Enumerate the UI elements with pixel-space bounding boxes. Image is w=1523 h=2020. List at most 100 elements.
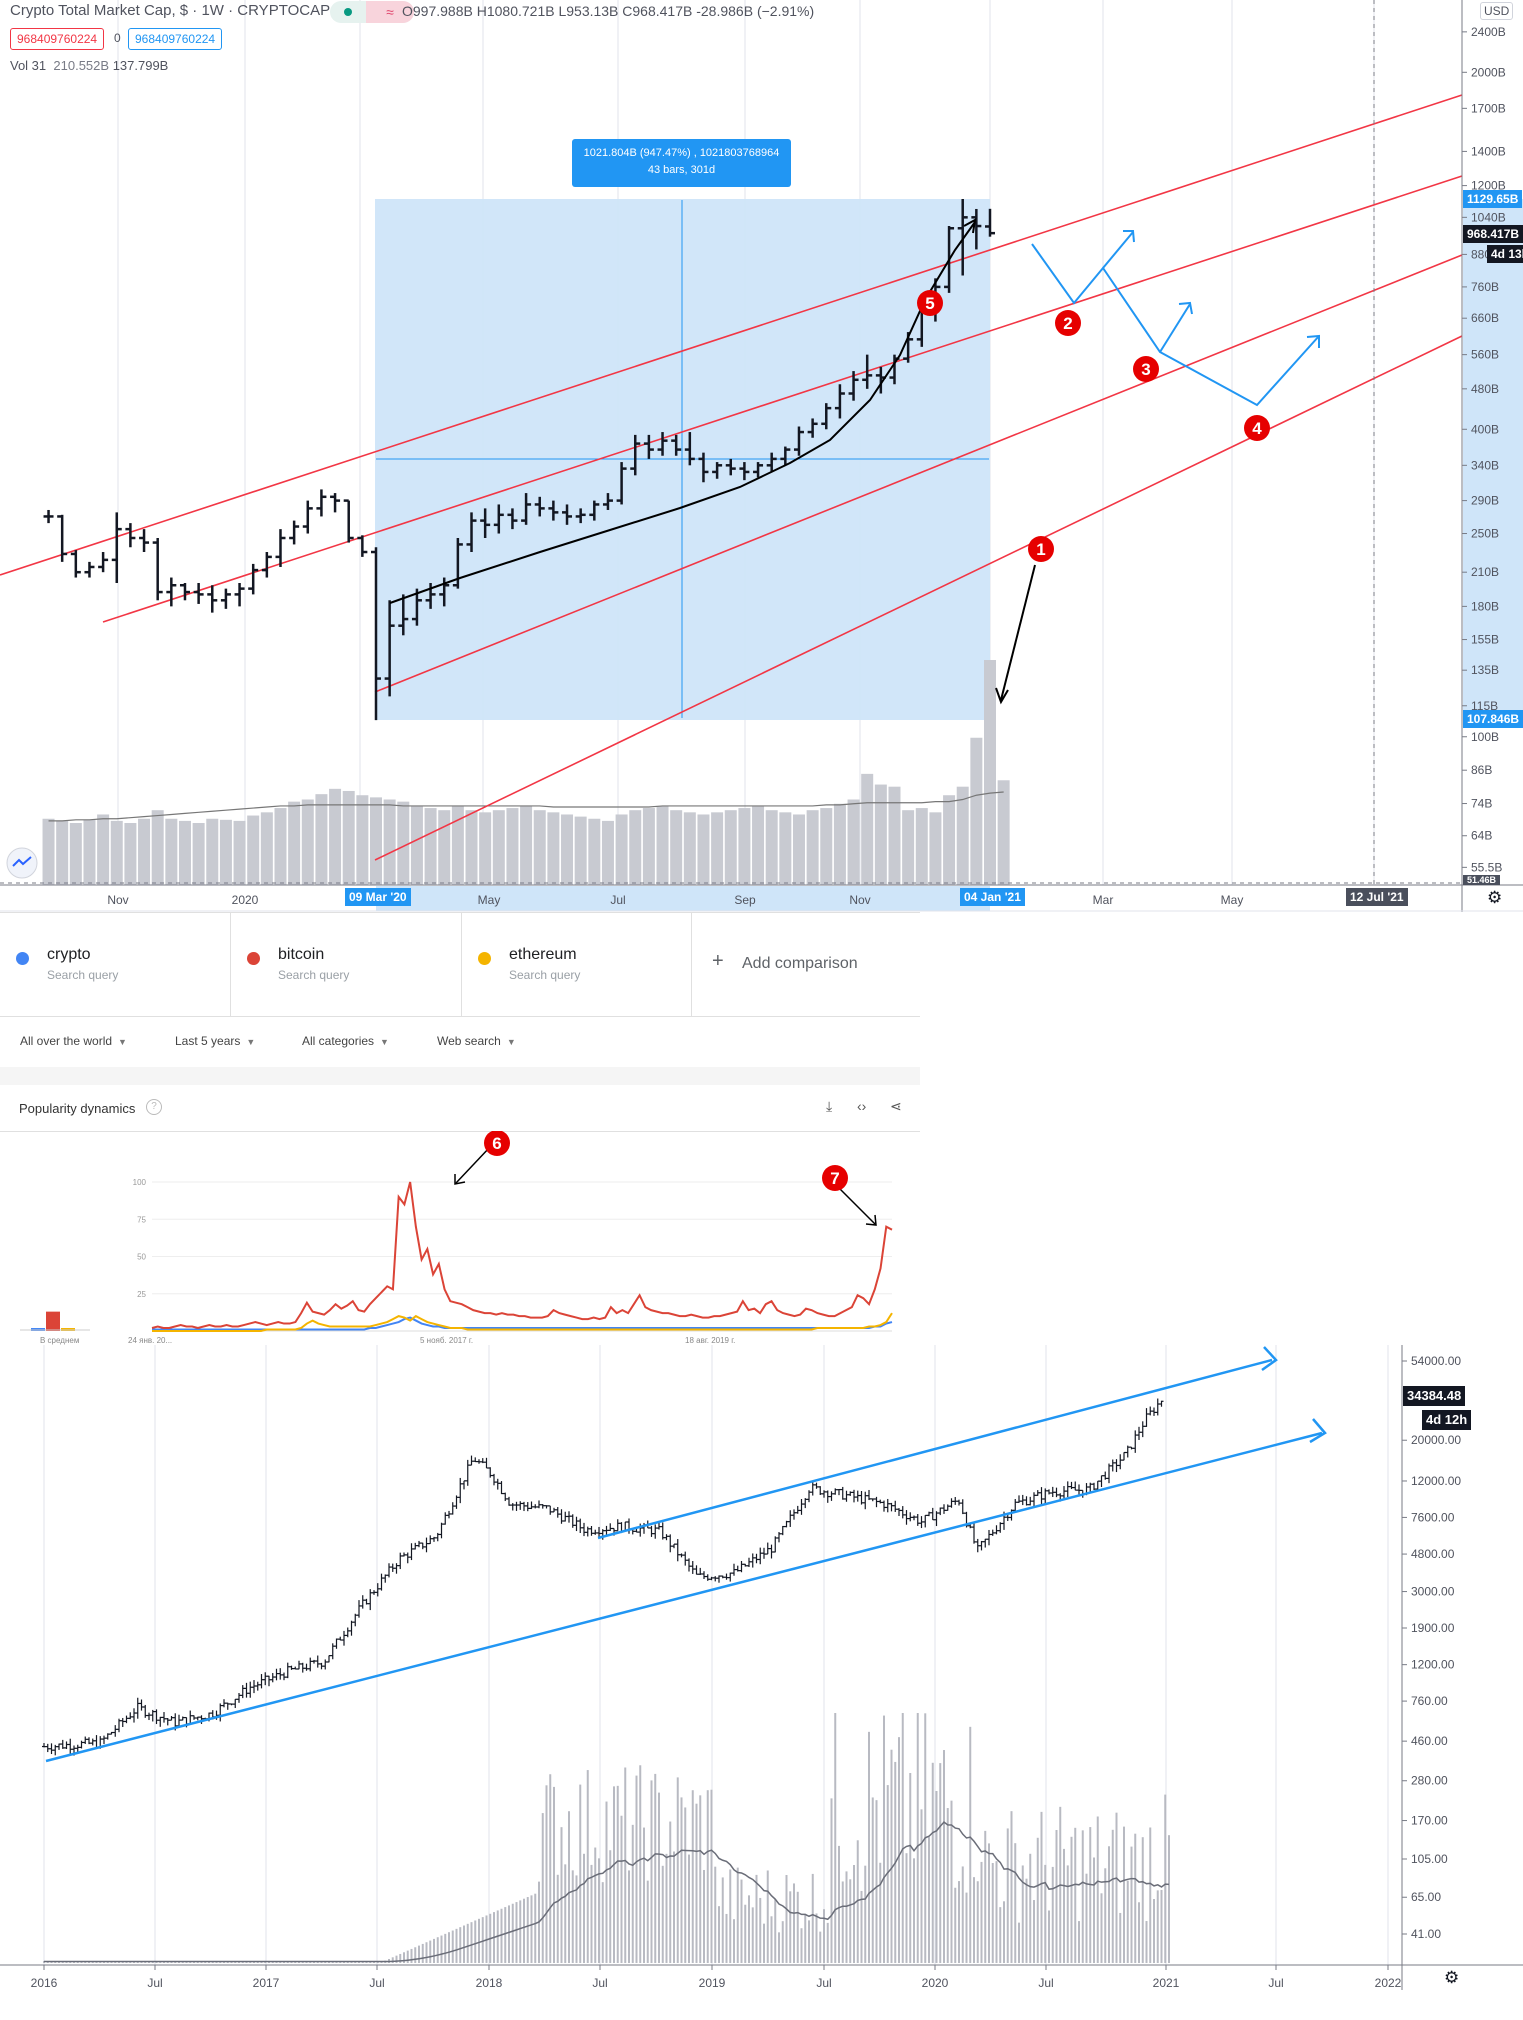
volume-bar (440, 1935, 443, 1963)
top-chart[interactable]: 1 2 3 4 5 2400B 2000B 1700B 1400B 1200B 1040B… (0, 0, 1523, 912)
ohlc-bar (275, 529, 286, 567)
market-open-dot (344, 8, 352, 16)
volume-bar (765, 810, 778, 885)
time-tick-label: 2020 (232, 893, 259, 907)
volume-bar (901, 1713, 904, 1963)
ohlc-bar (825, 1490, 830, 1503)
popularity-chart[interactable]: 25 50 75 100 В среднем 24 янв. 20... 5 нояб.… (0, 1131, 920, 1346)
ohlc-bar (248, 1681, 253, 1698)
annotation-1-arrow (1000, 564, 1036, 701)
gear-icon[interactable]: ⚙ (1487, 888, 1502, 908)
volume-bar (549, 1774, 552, 1963)
volume-bar (834, 1713, 837, 1963)
term-tab-crypto[interactable]: crypto Search query (0, 913, 231, 1016)
volume-bar (192, 823, 205, 885)
volume-bar (954, 1887, 957, 1963)
ohlc-bar (897, 1508, 901, 1516)
ohlc-bar (893, 1500, 898, 1512)
ohlc-bar (447, 1510, 451, 1519)
volume-bar (744, 1904, 747, 1963)
filter-label: Last 5 years (175, 1034, 241, 1048)
help-icon[interactable]: ? (146, 1099, 162, 1115)
volume-bar (616, 1785, 619, 1963)
ohlc-bar (1144, 1408, 1149, 1427)
volume-bar (740, 1879, 743, 1963)
tradingview-logo[interactable] (6, 847, 38, 879)
volume-bar (1029, 1853, 1032, 1963)
volume-bar (841, 1881, 844, 1963)
currency-button[interactable]: USD (1480, 2, 1514, 20)
price-tick-label: 41.00 (1411, 1927, 1441, 1941)
ohlc-bar (1110, 1459, 1115, 1472)
ohlc-bar (987, 1529, 991, 1546)
ohlc-bar (117, 1718, 121, 1733)
channel-upper-arrowhead (1261, 1346, 1278, 1372)
ohlc-bar (193, 583, 204, 604)
time-tick-label: May (1221, 893, 1244, 907)
ohlc-bar (462, 1480, 466, 1490)
volume-bar (1010, 1811, 1013, 1963)
volume-bar (138, 818, 151, 885)
ohlc-bar (904, 1510, 909, 1525)
volume-bar (206, 818, 219, 885)
ohlc-bar (1118, 1454, 1123, 1470)
volume-bar (673, 1851, 675, 1963)
volume-bar (1006, 1828, 1009, 1963)
price-tick-label: 12000.00 (1411, 1474, 1461, 1488)
time-tick-label: Jul (147, 1976, 162, 1990)
ohlc-bar (105, 1733, 110, 1740)
volume-bar (729, 1869, 732, 1963)
download-icon[interactable]: ⤓ (826, 1098, 832, 1115)
volume-bar (890, 1749, 893, 1963)
btc-volume-bars (43, 1713, 1170, 1963)
time-tag-end: 04 Jan '21 (960, 888, 1025, 906)
volume-bar (939, 1763, 942, 1963)
volume-bar (691, 1790, 694, 1963)
volume-bar (624, 1767, 627, 1963)
price-tick-label: 1900.00 (1411, 1621, 1455, 1635)
volume-bar (479, 812, 492, 885)
ohlc-bar (162, 1712, 166, 1723)
ohlc-bar (1137, 1426, 1141, 1440)
volume-bar (571, 1870, 574, 1963)
filter-search-type[interactable]: Web search ▼ (437, 1034, 516, 1048)
ohlc-bar (443, 1512, 448, 1525)
volume-legend[interactable]: Vol 31 210.552B 137.799B (10, 58, 168, 73)
price-tick-label: 3000.00 (1411, 1585, 1455, 1599)
ohlc-bar (143, 1704, 148, 1718)
filter-period[interactable]: Last 5 years ▼ (175, 1034, 255, 1048)
volume-bar (965, 1892, 968, 1963)
add-comparison-button[interactable]: + Add comparison (692, 913, 920, 1016)
ohlc-bar (79, 1740, 84, 1749)
term-tab-bitcoin[interactable]: bitcoin Search query (231, 913, 462, 1016)
gear-icon[interactable]: ⚙ (1444, 1968, 1459, 1988)
volume-bar (1051, 1866, 1054, 1963)
volume-bar (631, 1824, 634, 1963)
volume-bar (830, 1798, 833, 1963)
embed-icon[interactable]: ‹› (857, 1098, 866, 1114)
symbol-title[interactable]: Crypto Total Market Cap, $ · 1W · CRYPTO… (10, 2, 330, 19)
top-chart-canvas[interactable]: 1 2 3 4 5 2400B2000B1700B1400B1200B1040B… (0, 0, 1523, 912)
volume-bar (864, 1865, 867, 1963)
volume-bar (508, 1905, 510, 1963)
volume-bar (1040, 1811, 1043, 1963)
volume-bar (935, 1791, 938, 1963)
btc-ohlc-bars (42, 1398, 1164, 1756)
ohlc-bar (1159, 1400, 1164, 1407)
ohlc-bar (585, 1526, 590, 1537)
price-tick-label: 760B (1471, 280, 1499, 294)
filter-category[interactable]: All categories ▼ (302, 1034, 389, 1048)
ohlc-bar (124, 1715, 129, 1724)
share-icon[interactable]: ⋖ (890, 1098, 902, 1115)
volume-bar (847, 799, 860, 885)
ohlc-bar (300, 1662, 305, 1673)
volume-bar (165, 818, 178, 885)
filter-region[interactable]: All over the world ▼ (20, 1034, 127, 1048)
bitcoin-chart[interactable]: 54000.00 20000.00 12000.00 7600.00 4800.00 30… (0, 1345, 1523, 2020)
ohlc-bar (289, 1665, 294, 1670)
ohlc-bar (480, 1458, 485, 1464)
term-tab-ethereum[interactable]: ethereum Search query (462, 913, 692, 1016)
volume-bar (684, 1807, 687, 1963)
ohlc-bar (578, 1518, 583, 1534)
ohlc-bar (653, 1524, 658, 1539)
